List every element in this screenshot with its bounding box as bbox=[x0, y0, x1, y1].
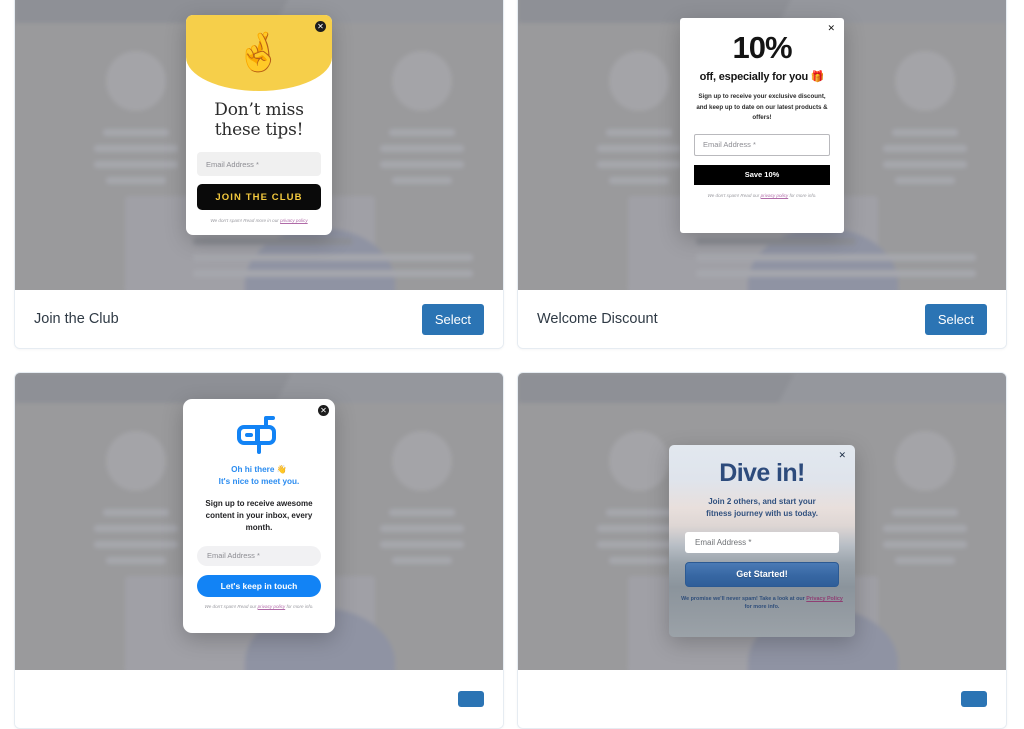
discount-amount: 10% bbox=[732, 30, 792, 65]
popup-heading: Oh hi there 👋 It's nice to meet you. bbox=[183, 464, 335, 489]
email-field[interactable]: Email Address * bbox=[197, 152, 321, 177]
template-card[interactable]: ✕ Oh hi there 👋 It's nice to meet you. S… bbox=[14, 372, 504, 729]
close-icon[interactable]: ✕ bbox=[827, 25, 835, 34]
close-icon[interactable]: ✕ bbox=[838, 452, 846, 461]
template-preview: ✕ Dive in! Join 2 others, and start your… bbox=[518, 373, 1006, 670]
popup-welcome-discount[interactable]: ✕ 10% off, especially for you 🎁 Sign up … bbox=[680, 18, 844, 233]
template-preview: ✕ Oh hi there 👋 It's nice to meet you. S… bbox=[15, 373, 503, 670]
popup-heading-line1: Don’t miss bbox=[214, 100, 304, 120]
popup-body: Sign up to receive awesome content in yo… bbox=[205, 498, 313, 533]
template-card[interactable]: ✕ 🤞 Don’t miss these tips! Email Address… bbox=[14, 0, 504, 349]
select-button[interactable] bbox=[458, 691, 484, 707]
popup-body: Join 2 others, and start your fitness jo… bbox=[687, 496, 837, 521]
popup-fineprint: We promise we'll never spam! Take a look… bbox=[679, 595, 845, 611]
mock-avatar bbox=[106, 51, 166, 111]
card-title: Welcome Discount bbox=[537, 311, 658, 327]
popup-heading-line2: these tips! bbox=[214, 119, 304, 140]
email-field[interactable]: Email Address * bbox=[685, 531, 839, 553]
popup-heading: Don’t miss these tips! bbox=[186, 100, 332, 140]
mock-avatar bbox=[106, 431, 166, 491]
crossed-fingers-icon: 🤞 bbox=[186, 15, 332, 91]
select-button[interactable]: Select bbox=[924, 303, 987, 335]
popup-subheading: off, especially for you 🎁 bbox=[699, 71, 825, 83]
mock-avatar bbox=[392, 431, 452, 491]
mock-avatar bbox=[609, 431, 669, 491]
privacy-policy-link[interactable]: Privacy Policy bbox=[806, 596, 843, 602]
popup-heading-line1: Oh hi there 👋 bbox=[231, 465, 287, 474]
privacy-policy-link[interactable]: privacy policy bbox=[280, 218, 308, 223]
subscribe-button[interactable]: Get Started! bbox=[685, 561, 839, 587]
mock-avatar bbox=[392, 51, 452, 111]
card-footer bbox=[15, 670, 503, 728]
popup-body: Sign up to receive your exclusive discou… bbox=[696, 93, 828, 122]
card-footer: Join the Club Select bbox=[15, 290, 503, 348]
close-icon[interactable]: ✕ bbox=[315, 21, 326, 32]
select-button[interactable]: Select bbox=[421, 303, 484, 335]
email-placeholder: Email Address * bbox=[206, 159, 259, 169]
email-field[interactable]: Email Address * bbox=[694, 133, 830, 156]
mock-avatar bbox=[895, 431, 955, 491]
popup-fineprint: We don't spam! Read more in our privacy … bbox=[194, 218, 324, 225]
popup-heading-line2: It's nice to meet you. bbox=[218, 477, 300, 487]
select-button[interactable] bbox=[961, 691, 987, 707]
fineprint-text: We don't spam! Read more in our bbox=[210, 218, 281, 224]
mock-avatar bbox=[895, 51, 955, 111]
privacy-policy-link[interactable]: privacy policy bbox=[258, 604, 286, 609]
popup-keep-in-touch[interactable]: ✕ Oh hi there 👋 It's nice to meet you. S… bbox=[183, 399, 335, 633]
popup-body-line1: Join 2 others, and start your bbox=[708, 497, 816, 506]
popup-body-line2: fitness journey with us today. bbox=[706, 509, 818, 519]
fineprint-text-after: for more info. bbox=[285, 603, 314, 609]
mock-avatar bbox=[609, 51, 669, 111]
email-placeholder: Email Address * bbox=[207, 551, 260, 561]
popup-fineprint: We don't spam! Read our privacy policy f… bbox=[194, 604, 324, 611]
card-footer bbox=[518, 670, 1006, 728]
email-placeholder: Email Address * bbox=[703, 140, 756, 150]
template-card[interactable]: ✕ 10% off, especially for you 🎁 Sign up … bbox=[517, 0, 1007, 349]
popup-fineprint: We don't spam! Read our privacy policy f… bbox=[691, 193, 833, 200]
email-field[interactable]: Email Address * bbox=[197, 545, 321, 566]
fineprint-text: We promise we'll never spam! Take a look… bbox=[681, 595, 807, 602]
fineprint-text-after: for more info. bbox=[744, 603, 780, 610]
fineprint-text: We don't spam! Read our bbox=[707, 192, 761, 198]
privacy-policy-link[interactable]: privacy policy bbox=[761, 193, 789, 198]
popup-dive-in[interactable]: ✕ Dive in! Join 2 others, and start your… bbox=[669, 445, 855, 637]
template-card[interactable]: ✕ Dive in! Join 2 others, and start your… bbox=[517, 372, 1007, 729]
template-gallery: ✕ 🤞 Don’t miss these tips! Email Address… bbox=[14, 0, 1010, 729]
popup-heading: Dive in! bbox=[719, 459, 805, 487]
popup-join-the-club[interactable]: ✕ 🤞 Don’t miss these tips! Email Address… bbox=[186, 15, 332, 235]
close-icon[interactable]: ✕ bbox=[318, 405, 329, 416]
template-preview: ✕ 🤞 Don’t miss these tips! Email Address… bbox=[15, 0, 503, 290]
subscribe-button[interactable]: Let's keep in touch bbox=[197, 574, 321, 597]
mailbox-icon bbox=[183, 414, 335, 454]
fineprint-text-after: for more info. bbox=[788, 192, 817, 198]
template-preview: ✕ 10% off, especially for you 🎁 Sign up … bbox=[518, 0, 1006, 290]
card-title: Join the Club bbox=[34, 311, 119, 327]
email-placeholder: Email Address * bbox=[695, 537, 752, 547]
card-footer: Welcome Discount Select bbox=[518, 290, 1006, 348]
subscribe-button[interactable]: JOIN THE CLUB bbox=[197, 184, 321, 211]
subscribe-button[interactable]: Save 10% bbox=[694, 164, 830, 185]
fineprint-text: We don't spam! Read our bbox=[204, 603, 258, 609]
